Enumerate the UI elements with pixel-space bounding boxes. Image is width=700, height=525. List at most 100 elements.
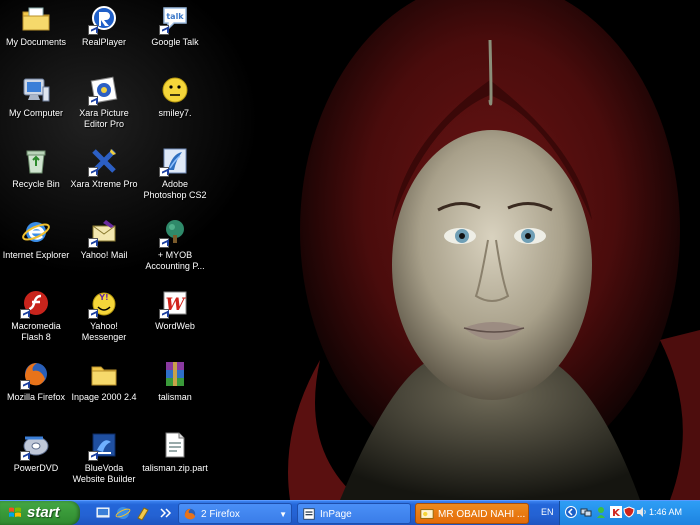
shortcut-arrow-icon <box>20 380 30 390</box>
icon-label: talisman.zip.part <box>142 463 208 473</box>
icon-label: Macromedia Flash 8 <box>11 321 61 342</box>
icon-label: My Documents <box>5 37 67 47</box>
icon-label: Inpage 2000 2.4 <box>71 392 137 402</box>
wordweb-icon: W <box>159 288 190 319</box>
shortcut-arrow-icon <box>88 167 98 177</box>
shortcut-arrow-icon <box>159 25 169 35</box>
desktop-icon-inpage-folder[interactable]: Inpage 2000 2.4 <box>68 357 140 421</box>
desktop-icon-macromedia-flash[interactable]: Macromedia Flash 8 <box>0 286 72 350</box>
recycle-bin-icon <box>21 146 51 176</box>
language-indicator[interactable]: EN <box>541 507 554 517</box>
icon-label: smiley7. <box>158 108 192 118</box>
shortcut-arrow-icon <box>20 309 30 319</box>
task-label: MR OBAID NAHI ... <box>438 509 526 520</box>
tray-app-k-icon[interactable]: K <box>610 506 622 518</box>
desktop-icon-xara-xtreme[interactable]: Xara Xtreme Pro <box>68 144 140 208</box>
inpage-icon <box>302 507 316 521</box>
icon-label: RealPlayer <box>81 37 127 47</box>
desktop-icon-photoshop[interactable]: Adobe Photoshop CS2 <box>139 144 211 208</box>
icon-label: WordWeb <box>155 321 195 331</box>
desktop-icon-my-documents[interactable]: My Documents <box>0 2 72 66</box>
bluevoda-icon <box>88 430 119 461</box>
desktop-icon-my-computer[interactable]: My Computer <box>0 73 72 137</box>
task-button-messenger-chat[interactable]: MR OBAID NAHI ... <box>415 503 529 524</box>
task-label: 2 Firefox <box>201 509 240 520</box>
internet-explorer-icon <box>21 217 51 247</box>
quick-launch-internet-explorer-icon[interactable] <box>115 505 131 521</box>
shortcut-arrow-icon <box>88 25 98 35</box>
icon-label: Mozilla Firefox <box>6 392 65 402</box>
volume-icon[interactable] <box>636 506 648 518</box>
photoshop-icon <box>159 146 190 177</box>
svg-text:Y!: Y! <box>98 293 108 302</box>
desktop-icon-grid: My Documents RealPlayer talk Google Talk… <box>0 0 230 500</box>
desktop-icon-powerdvd[interactable]: PowerDVD <box>0 428 72 492</box>
xara-picture-icon <box>88 75 119 106</box>
desktop-icon-bluevoda[interactable]: BlueVoda Website Builder <box>68 428 140 492</box>
svg-text:K: K <box>612 508 621 518</box>
quick-launch-more-chevron-icon[interactable] <box>157 505 173 521</box>
folder-icon <box>89 359 119 389</box>
google-talk-icon: talk <box>159 4 190 35</box>
network-icon[interactable] <box>580 506 592 518</box>
tray-expand-chevron-icon[interactable] <box>565 506 577 518</box>
desktop-icon-realplayer[interactable]: RealPlayer <box>68 2 140 66</box>
xara-xtreme-icon <box>88 146 119 177</box>
svg-text:talk: talk <box>166 12 184 21</box>
desktop-icon-xara-picture-editor[interactable]: Xara Picture Editor Pro <box>68 73 140 137</box>
firefox-icon <box>183 507 197 521</box>
icon-label: Internet Explorer <box>2 250 70 260</box>
icon-label: My Computer <box>8 108 63 118</box>
icon-label: Xara Xtreme Pro <box>70 179 138 189</box>
desktop-icon-google-talk[interactable]: talk Google Talk <box>139 2 211 66</box>
desktop-icon-talisman[interactable]: talisman <box>139 357 211 421</box>
icon-label: + MYOB Accounting P... <box>145 250 205 271</box>
icon-label: talisman <box>158 392 192 402</box>
desktop-icon-mozilla-firefox[interactable]: Mozilla Firefox <box>0 357 72 421</box>
computer-icon <box>21 75 51 105</box>
desktop-icon-talisman-zip-part[interactable]: talisman.zip.part <box>139 428 211 492</box>
desktop-icon-yahoo-mail[interactable]: Yahoo! Mail <box>68 215 140 279</box>
icon-label: Yahoo! Messenger <box>81 321 127 342</box>
desktop-icon-internet-explorer[interactable]: Internet Explorer <box>0 215 72 279</box>
start-button[interactable]: start <box>0 501 80 525</box>
realplayer-icon <box>88 4 119 35</box>
task-button-firefox-group[interactable]: 2 Firefox ▼ <box>178 503 292 524</box>
task-button-inpage[interactable]: InPage <box>297 503 411 524</box>
smiley-icon <box>160 75 190 105</box>
task-label: InPage <box>320 509 352 520</box>
desktop-icon-yahoo-messenger[interactable]: Y! Yahoo! Messenger <box>68 286 140 350</box>
folder-docs-icon <box>21 4 51 34</box>
icon-label: Xara Picture Editor Pro <box>79 108 129 129</box>
shortcut-arrow-icon <box>88 309 98 319</box>
firefox-icon <box>20 359 51 390</box>
clock[interactable]: 1:46 AM <box>649 507 682 517</box>
desktop-icon-myob[interactable]: + MYOB Accounting P... <box>139 215 211 279</box>
shortcut-arrow-icon <box>88 451 98 461</box>
windows-logo-icon <box>9 507 21 517</box>
desktop-icon-recycle-bin[interactable]: Recycle Bin <box>0 144 72 208</box>
icon-label: PowerDVD <box>13 463 59 473</box>
icon-label: Recycle Bin <box>12 179 60 189</box>
winrar-icon <box>160 359 190 389</box>
start-label: start <box>27 504 60 521</box>
system-tray: K 1:46 AM <box>559 501 700 525</box>
messenger-status-icon[interactable] <box>595 506 607 518</box>
wallpaper-portrait-image <box>288 0 700 500</box>
icon-label: Google Talk <box>151 37 199 47</box>
flash-icon <box>20 288 51 319</box>
icon-label: BlueVoda Website Builder <box>72 463 136 484</box>
security-alert-icon[interactable] <box>623 506 635 518</box>
powerdvd-icon <box>20 430 51 461</box>
messenger-window-icon <box>420 507 434 521</box>
quick-launch-media-icon[interactable] <box>135 505 151 521</box>
shortcut-arrow-icon <box>159 167 169 177</box>
desktop-icon-wordweb[interactable]: W WordWeb <box>139 286 211 350</box>
desktop-icon-smiley7[interactable]: smiley7. <box>139 73 211 137</box>
dropdown-arrow-icon: ▼ <box>279 510 287 519</box>
myob-icon <box>159 217 190 248</box>
shortcut-arrow-icon <box>88 96 98 106</box>
file-icon <box>160 430 190 460</box>
shortcut-arrow-icon <box>159 238 169 248</box>
quick-launch-show-desktop-icon[interactable] <box>95 505 111 521</box>
